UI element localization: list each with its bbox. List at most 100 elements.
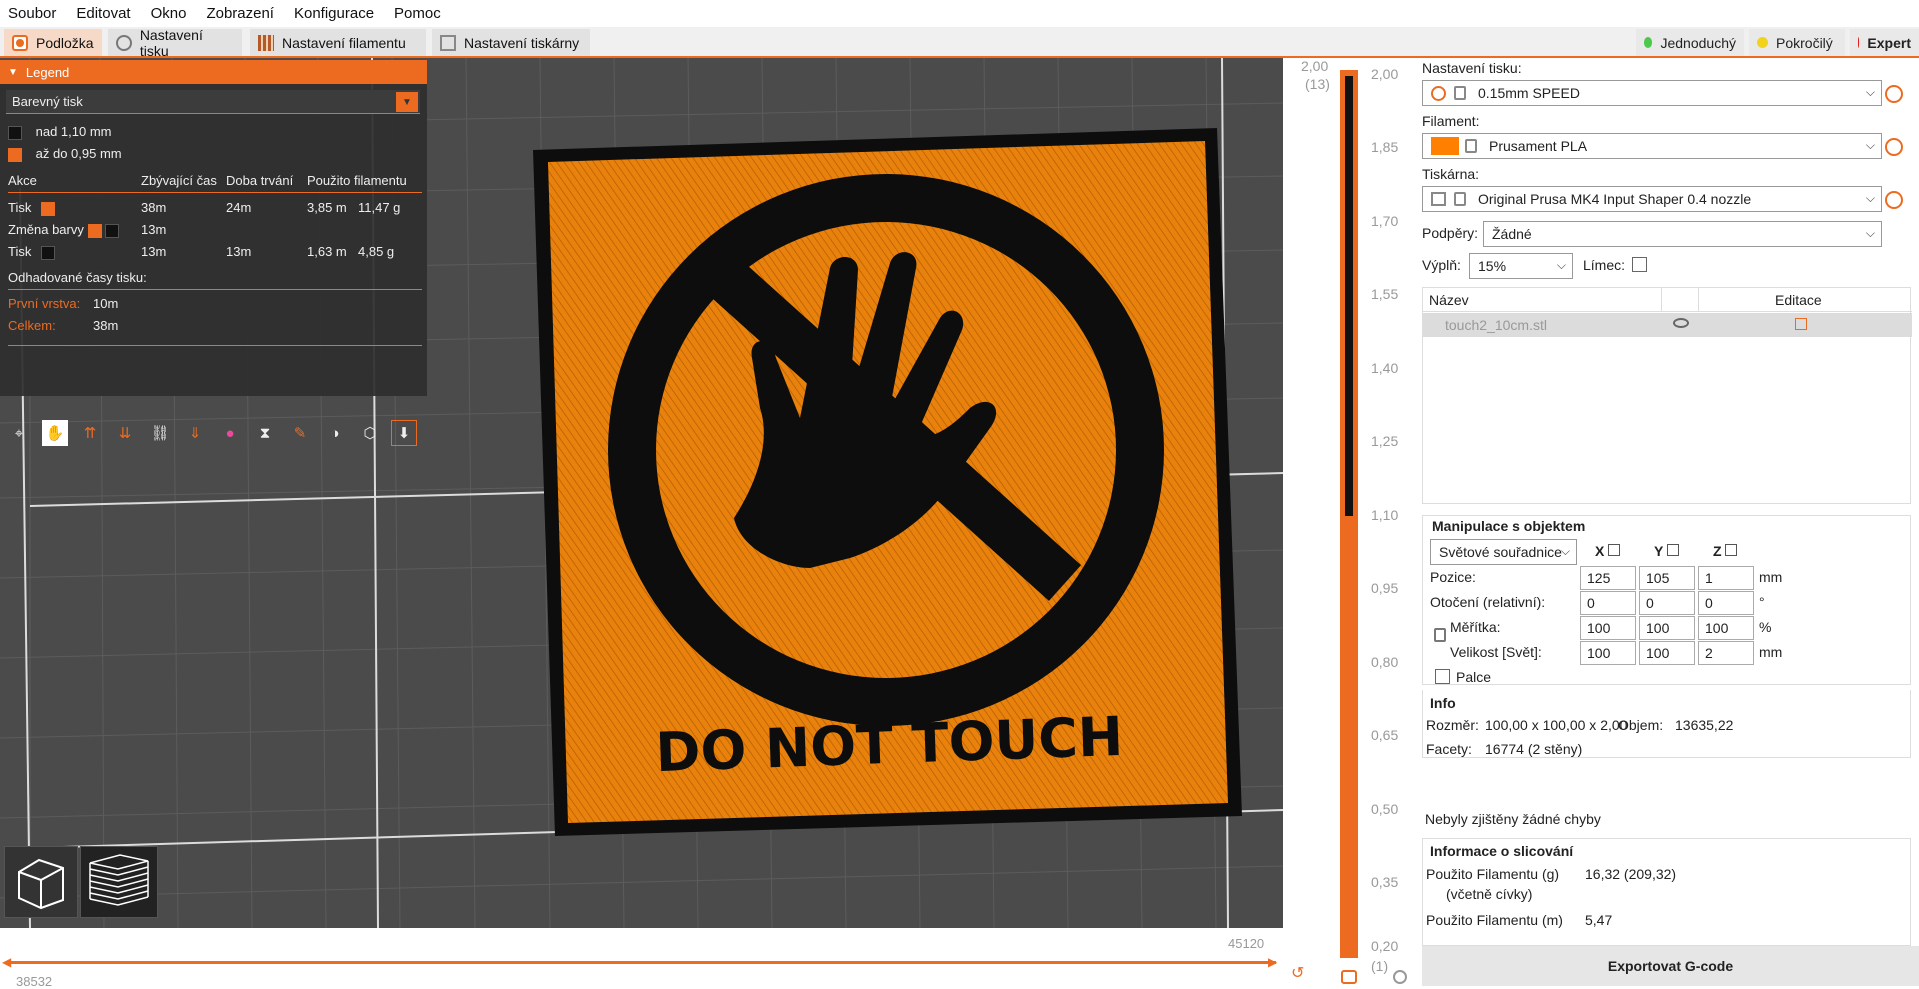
position-x-input[interactable]: 125 <box>1580 566 1636 590</box>
spool-icon <box>258 34 274 51</box>
lock-icon <box>1465 139 1477 153</box>
horizontal-slider-track[interactable] <box>8 961 1276 964</box>
list-item[interactable]: touch2_10cm.stl <box>1423 313 1912 337</box>
gear-icon[interactable] <box>1393 970 1407 984</box>
edit-settings-icon[interactable] <box>1795 318 1807 330</box>
gear-icon[interactable] <box>1885 85 1903 103</box>
row1-duration: 24m <box>226 200 252 215</box>
col-filament: Použito filamentu <box>307 173 407 188</box>
color-changes-icon[interactable]: ● <box>217 420 243 446</box>
name-column-header[interactable]: Název <box>1429 292 1469 308</box>
menu-file[interactable]: Soubor <box>8 5 56 22</box>
edit-column-header[interactable]: Editace <box>1775 292 1822 308</box>
mode-expert-button[interactable]: Expert <box>1850 29 1919 56</box>
scale-y-input[interactable]: 100 <box>1639 616 1695 640</box>
seams-icon[interactable]: ⛓ <box>147 420 173 446</box>
retractions-icon[interactable]: ⇈ <box>77 420 103 446</box>
undo-arrow-icon[interactable]: ↺ <box>1291 963 1304 983</box>
travel-icon[interactable]: ⌖ <box>6 420 32 446</box>
legend-range-2: až do 0,95 mm <box>8 146 122 162</box>
coordinate-system-combo[interactable]: Světové souřadnice ⌵ <box>1430 539 1577 565</box>
rotation-y-input[interactable]: 0 <box>1639 591 1695 615</box>
custom-gcode-icon[interactable]: ✎ <box>287 420 313 446</box>
center-of-gravity-icon[interactable]: ◑ <box>322 420 348 446</box>
scale-x-input[interactable]: 100 <box>1580 616 1636 640</box>
manipulation-title: Manipulace s objektem <box>1432 518 1586 534</box>
yellow-dot-icon <box>1757 37 1768 48</box>
view-type-select[interactable]: Barevný tisk ▼ <box>6 90 420 114</box>
menu-bar: Soubor Editovat Okno Zobrazení Konfigura… <box>0 0 1919 27</box>
infill-combo[interactable]: 15% ⌵ <box>1469 253 1573 279</box>
menu-help[interactable]: Pomoc <box>394 5 441 22</box>
export-gcode-button[interactable]: Exportovat G-code <box>1422 946 1919 986</box>
rotation-z-input[interactable]: 0 <box>1698 591 1754 615</box>
tab-printer-settings[interactable]: Nastavení tiskárny <box>432 29 590 56</box>
brim-checkbox[interactable] <box>1632 257 1647 272</box>
filament-label: Filament: <box>1422 113 1480 129</box>
used-g-label: Použito Filamentu (g) <box>1426 866 1560 882</box>
info-panel: Info Rozměr: 100,00 x 100,00 x 2,00 Obje… <box>1422 690 1911 758</box>
menu-edit[interactable]: Editovat <box>76 5 130 22</box>
tab-bar: Podložka Nastavení tisku Nastavení filam… <box>0 27 1919 59</box>
errors-status: Nebyly zjištěny žádné chyby <box>1425 811 1601 827</box>
object-manipulation-panel: Manipulace s objektem Světové souřadnice… <box>1422 515 1911 685</box>
row1-weight: 11,47 g <box>358 200 401 215</box>
supports-combo[interactable]: Žádné ⌵ <box>1483 221 1882 247</box>
tab-print-settings[interactable]: Nastavení tisku <box>108 27 242 59</box>
volume-label: Objem: <box>1618 717 1664 733</box>
size-z-input[interactable]: 2 <box>1698 641 1754 665</box>
position-z-input[interactable]: 1 <box>1698 566 1754 590</box>
rotation-label: Otočení (relativní): <box>1430 594 1546 610</box>
tab-plater[interactable]: Podložka <box>4 29 102 56</box>
printer-icon <box>440 34 456 51</box>
divider <box>8 345 422 346</box>
hslider-left-value: 38532 <box>16 974 53 989</box>
lock-scale-icon[interactable] <box>1434 628 1446 642</box>
printer-combo[interactable]: Original Prusa MK4 Input Shaper 0.4 nozz… <box>1422 186 1882 212</box>
wipe-icon[interactable]: ✋ <box>42 420 68 446</box>
shells-icon[interactable]: ⬡ <box>357 420 383 446</box>
tab-filament-settings[interactable]: Nastavení filamentu <box>250 29 426 56</box>
3d-view-button[interactable] <box>4 846 78 918</box>
tool-marker-icon[interactable]: ⬇ <box>391 420 417 446</box>
slider-right-arrow-icon[interactable]: ▶ <box>1268 955 1277 969</box>
menu-view[interactable]: Zobrazení <box>206 5 274 22</box>
slider-left-arrow-icon[interactable]: ◀ <box>2 955 11 969</box>
lock-icon[interactable] <box>1341 970 1357 984</box>
inches-checkbox[interactable] <box>1435 669 1450 684</box>
mode-advanced-button[interactable]: Pokročilý <box>1749 29 1845 56</box>
position-y-input[interactable]: 105 <box>1639 566 1695 590</box>
eye-icon[interactable] <box>1673 318 1689 328</box>
info-title: Info <box>1430 695 1456 711</box>
drop-to-bed-icon <box>1725 544 1738 556</box>
scale-z-input[interactable]: 100 <box>1698 616 1754 640</box>
estimated-times-label: Odhadované časy tisku: <box>8 270 147 285</box>
menu-configuration[interactable]: Konfigurace <box>294 5 374 22</box>
gear-icon[interactable] <box>1885 138 1903 156</box>
menu-window[interactable]: Okno <box>151 5 187 22</box>
print-settings-combo[interactable]: 0.15mm SPEED ⌵ <box>1422 80 1882 106</box>
gear-icon[interactable] <box>1885 191 1903 209</box>
object-list: Název Editace touch2_10cm.stl <box>1422 287 1912 504</box>
legend-header[interactable]: ▼ Legend <box>0 60 427 84</box>
deretractions-icon[interactable]: ⇊ <box>112 420 138 446</box>
pause-prints-icon[interactable]: ⧗ <box>252 420 278 446</box>
mode-simple-button[interactable]: Jednoduchý <box>1636 29 1744 56</box>
size-y-input[interactable]: 100 <box>1639 641 1695 665</box>
chevron-down-icon: ⌵ <box>1560 544 1570 558</box>
object-name: touch2_10cm.stl <box>1445 317 1547 333</box>
legend-row-3: Tisk <box>8 244 55 260</box>
total-value: 38m <box>93 318 119 333</box>
filament-combo[interactable]: Prusament PLA ⌵ <box>1422 133 1882 159</box>
size-info-value: 100,00 x 100,00 x 2,00 <box>1485 717 1628 733</box>
rotation-x-input[interactable]: 0 <box>1580 591 1636 615</box>
size-x-input[interactable]: 100 <box>1580 641 1636 665</box>
tool-changes-icon[interactable]: ⇓ <box>182 420 208 446</box>
layer-slider-track[interactable] <box>1340 70 1358 984</box>
divider <box>8 192 422 193</box>
orange-swatch-icon <box>8 147 22 162</box>
preview-button[interactable] <box>80 846 158 918</box>
legend-row-2: Změna barvy <box>8 222 120 238</box>
size-label: Velikost [Svět]: <box>1450 644 1542 660</box>
position-unit: mm <box>1759 569 1783 585</box>
